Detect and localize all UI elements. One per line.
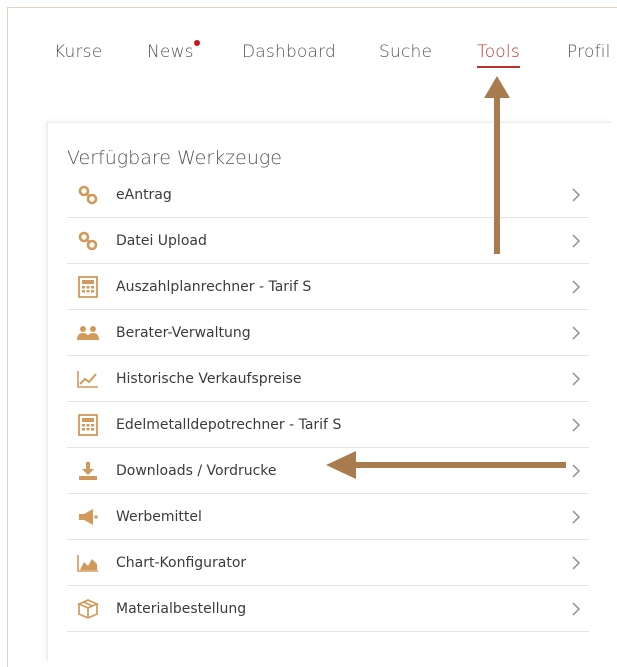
tool-item-eantrag[interactable]: eAntrag bbox=[67, 172, 589, 218]
link-icon bbox=[76, 184, 100, 206]
annotation-arrow-left-icon bbox=[326, 451, 566, 479]
tool-label: Werbemittel bbox=[116, 508, 202, 525]
nav-item-news-label: News bbox=[147, 42, 194, 62]
calculator-icon bbox=[76, 413, 100, 436]
tool-item-historische-verkaufspreise[interactable]: Historische Verkaufspreise bbox=[67, 356, 589, 402]
area-chart-icon bbox=[76, 552, 100, 574]
nav-item-news[interactable]: News bbox=[147, 40, 200, 62]
tool-item-chart-konfigurator[interactable]: Chart-Konfigurator bbox=[67, 540, 589, 586]
download-icon bbox=[76, 460, 100, 482]
notification-dot bbox=[193, 40, 200, 46]
nav-item-suche[interactable]: Suche bbox=[379, 42, 432, 62]
chevron-right-icon bbox=[572, 601, 581, 616]
panel-title: Verfügbare Werkzeuge bbox=[67, 147, 282, 169]
link-icon bbox=[76, 230, 100, 252]
line-chart-icon bbox=[76, 368, 100, 390]
tools-panel: Verfügbare Werkzeuge eAntrag Datei Uploa… bbox=[47, 122, 613, 661]
nav-item-profil[interactable]: Profil bbox=[567, 42, 611, 62]
chevron-right-icon bbox=[572, 187, 581, 202]
chevron-right-icon bbox=[572, 325, 581, 340]
chevron-right-icon bbox=[572, 233, 581, 248]
tool-item-materialbestellung[interactable]: Materialbestellung bbox=[67, 586, 589, 632]
chevron-right-icon bbox=[572, 509, 581, 524]
tool-label: Auszahlplanrechner - Tarif S bbox=[116, 278, 312, 295]
chevron-right-icon bbox=[572, 555, 581, 570]
chevron-right-icon bbox=[572, 279, 581, 294]
tool-item-berater-verwaltung[interactable]: Berater-Verwaltung bbox=[67, 310, 589, 356]
tool-label: Edelmetalldepotrechner - Tarif S bbox=[116, 416, 342, 433]
nav-item-tools[interactable]: Tools bbox=[477, 42, 520, 68]
chevron-right-icon bbox=[572, 417, 581, 432]
annotation-arrow-up-icon bbox=[484, 76, 510, 254]
megaphone-icon bbox=[76, 506, 100, 528]
tool-label: Berater-Verwaltung bbox=[116, 324, 251, 341]
tool-label: Chart-Konfigurator bbox=[116, 554, 247, 571]
top-nav: Kurse News Dashboard Suche Tools Profil bbox=[0, 40, 617, 72]
chevron-right-icon bbox=[572, 371, 581, 386]
tools-list: eAntrag Datei Upload Auszahlplanrechner … bbox=[67, 172, 589, 632]
box-icon bbox=[76, 598, 100, 620]
tool-label: Downloads / Vordrucke bbox=[116, 462, 277, 479]
calculator-icon bbox=[76, 275, 100, 298]
chevron-right-icon bbox=[572, 463, 581, 478]
tool-item-datei-upload[interactable]: Datei Upload bbox=[67, 218, 589, 264]
tool-item-auszahlplanrechner[interactable]: Auszahlplanrechner - Tarif S bbox=[67, 264, 589, 310]
tool-item-werbemittel[interactable]: Werbemittel bbox=[67, 494, 589, 540]
tool-item-edelmetalldepotrechner[interactable]: Edelmetalldepotrechner - Tarif S bbox=[67, 402, 589, 448]
tool-label: Datei Upload bbox=[116, 232, 207, 249]
users-icon bbox=[76, 322, 100, 344]
nav-item-kurse[interactable]: Kurse bbox=[54, 42, 102, 62]
tool-label: eAntrag bbox=[116, 186, 172, 203]
tool-label: Historische Verkaufspreise bbox=[116, 370, 302, 387]
nav-item-dashboard[interactable]: Dashboard bbox=[242, 42, 336, 62]
tool-label: Materialbestellung bbox=[116, 600, 247, 617]
